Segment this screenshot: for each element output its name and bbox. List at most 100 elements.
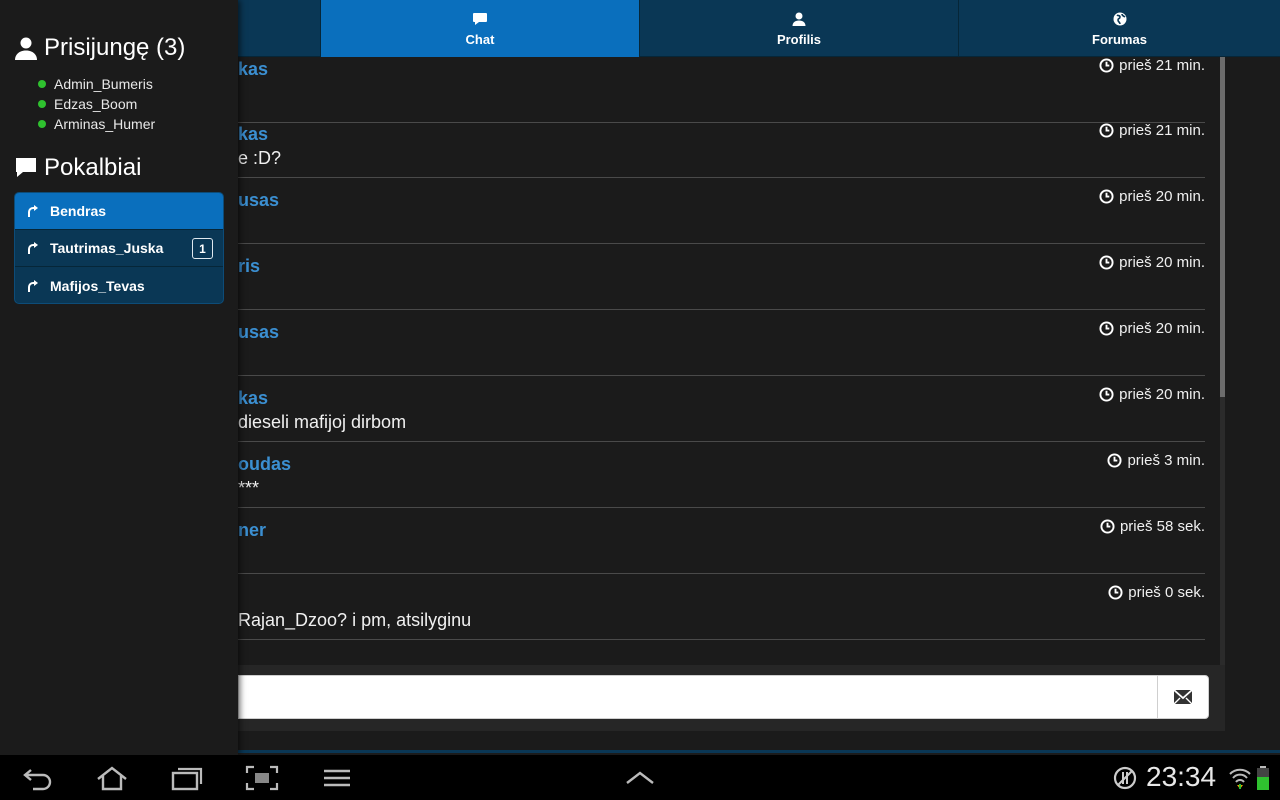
clock-icon (1099, 255, 1114, 270)
online-user[interactable]: Arminas_Humer (38, 114, 155, 134)
wifi-icon (1229, 768, 1251, 789)
battery-icon (1257, 766, 1269, 790)
message-time: prieš 3 min. (1107, 452, 1205, 469)
time-text: prieš 21 min. (1119, 122, 1205, 139)
app-tray-button[interactable] (618, 763, 662, 793)
status-notification-icon (1113, 766, 1137, 790)
online-user-name: Admin_Bumeris (54, 76, 153, 92)
chat-bubble-icon (16, 158, 36, 177)
redo-arrow-icon (28, 242, 38, 254)
conversation-item-bendras[interactable]: Bendras (15, 193, 223, 230)
app-window: Chat Profilis Forumas kas prieš 21 min. … (0, 0, 1280, 800)
system-navigation-bar: 23:34 (0, 755, 1280, 800)
online-user-name: Edzas_Boom (54, 96, 138, 112)
message-time: prieš 20 min. (1099, 320, 1205, 337)
message-time: prieš 58 sek. (1100, 518, 1205, 535)
side-drawer: Prisijungę (3) Admin_Bumeris Edzas_Boom … (0, 0, 238, 755)
tab-forumas[interactable]: Forumas (958, 0, 1280, 57)
chat-message-list[interactable]: kas prieš 21 min. kas e :D? prieš 21 min… (238, 57, 1225, 665)
user-icon (15, 37, 37, 60)
home-icon (97, 766, 127, 791)
message-author[interactable]: ris (238, 256, 260, 277)
message-author[interactable]: usas (238, 190, 279, 211)
conversation-label: Mafijos_Tevas (50, 277, 145, 294)
chat-message: kas e :D? prieš 21 min. (238, 112, 1205, 178)
message-author[interactable]: oudas (238, 454, 291, 475)
conversations-list: Bendras Tautrimas_Juska 1 Mafijos_Tevas (14, 192, 224, 304)
message-text: e :D? (238, 148, 282, 168)
online-users-title-text: Prisijungę (3) (44, 34, 186, 61)
message-text: Rajan_Dzoo? i pm, atsilyginu (238, 610, 472, 630)
time-text: prieš 20 min. (1119, 320, 1205, 337)
time-text: prieš 20 min. (1119, 386, 1205, 403)
chat-message: ris prieš 20 min. (238, 244, 1205, 310)
chevron-up-icon (626, 771, 654, 784)
menu-button[interactable] (315, 763, 359, 793)
message-time: prieš 0 sek. (1108, 584, 1205, 601)
clock-icon (1099, 321, 1114, 336)
conversations-title: Pokalbiai (14, 154, 141, 182)
recent-apps-button[interactable] (165, 763, 209, 793)
conversation-item-tautrimas-juska[interactable]: Tautrimas_Juska 1 (15, 230, 223, 267)
envelope-icon (1173, 689, 1193, 705)
user-icon (792, 12, 806, 26)
message-author[interactable]: kas (238, 59, 268, 80)
conversations-title-text: Pokalbiai (44, 154, 142, 181)
tab-profilis[interactable]: Profilis (639, 0, 958, 57)
back-button[interactable] (16, 763, 60, 793)
message-author[interactable]: usas (238, 322, 279, 343)
message-author[interactable]: kas (238, 388, 268, 409)
online-user[interactable]: Edzas_Boom (38, 94, 155, 114)
message-time: prieš 21 min. (1099, 122, 1205, 139)
recent-apps-icon (171, 767, 203, 791)
tab-label: Chat (465, 31, 495, 47)
message-time: prieš 20 min. (1099, 386, 1205, 403)
chat-message: oudas *** prieš 3 min. (238, 442, 1205, 508)
time-text: prieš 58 sek. (1119, 518, 1205, 535)
tab-chat[interactable]: Chat (320, 0, 639, 57)
unread-badge: 1 (192, 238, 213, 259)
message-time: prieš 20 min. (1099, 188, 1205, 205)
back-icon (23, 769, 52, 791)
send-button[interactable] (1157, 675, 1209, 719)
menu-icon (324, 769, 350, 787)
message-author[interactable]: kas (238, 124, 268, 145)
chat-message: ner prieš 58 sek. (238, 508, 1205, 574)
conversation-label: Tautrimas_Juska (50, 240, 164, 256)
time-text: prieš 0 sek. (1128, 584, 1205, 601)
chat-message: usas prieš 20 min. (238, 310, 1205, 376)
chat-scrollbar[interactable] (1220, 57, 1225, 665)
online-status-dot (38, 80, 46, 88)
clock-icon (1108, 585, 1123, 600)
online-user[interactable]: Admin_Bumeris (38, 74, 155, 94)
clock-icon (1099, 58, 1114, 73)
time-text: prieš 20 min. (1119, 188, 1205, 205)
online-status-dot (38, 120, 46, 128)
time-text: prieš 3 min. (1127, 452, 1205, 469)
online-users-list: Admin_Bumeris Edzas_Boom Arminas_Humer (38, 74, 155, 134)
online-user-name: Arminas_Humer (54, 116, 156, 132)
message-time: prieš 20 min. (1099, 254, 1205, 271)
message-author[interactable]: ner (238, 520, 266, 541)
tab-label: Profilis (776, 31, 822, 47)
screenshot-button[interactable] (240, 763, 284, 793)
time-text: prieš 20 min. (1119, 254, 1205, 271)
chat-message: usas prieš 20 min. (238, 178, 1205, 244)
redo-arrow-icon (28, 279, 38, 292)
message-input[interactable] (238, 675, 1158, 719)
system-clock: 23:34 (1146, 761, 1217, 792)
bottom-divider (238, 750, 1280, 753)
conversation-item-mafijos-tevas[interactable]: Mafijos_Tevas (15, 267, 223, 303)
clock-icon (1099, 123, 1114, 138)
scrollbar-thumb[interactable] (1220, 57, 1225, 397)
message-text: *** (238, 478, 260, 498)
redo-arrow-icon (28, 205, 38, 217)
clock-icon (1099, 387, 1114, 402)
home-button[interactable] (90, 763, 134, 793)
clock-icon (1100, 519, 1115, 534)
conversation-label: Bendras (50, 203, 107, 219)
screenshot-icon (245, 765, 279, 791)
clock-icon (1107, 453, 1122, 468)
chat-message: kas dieseli mafijoj dirbom prieš 20 min. (238, 376, 1205, 442)
chat-bubble-icon (473, 12, 487, 25)
